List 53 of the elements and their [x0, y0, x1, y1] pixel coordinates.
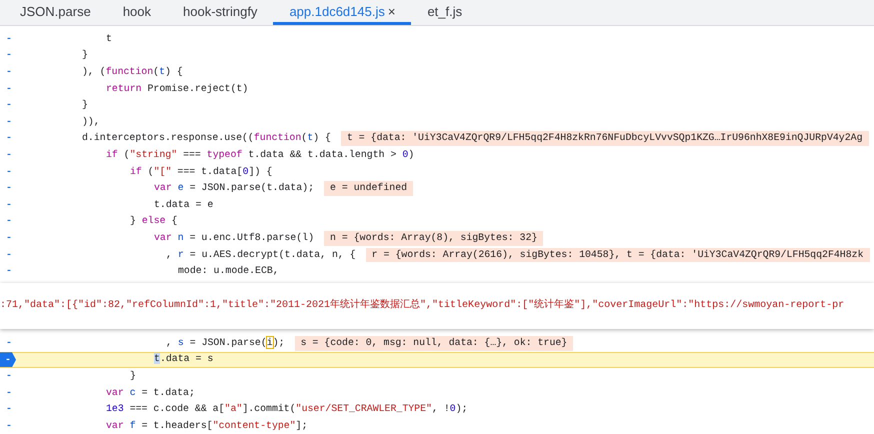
line-marker[interactable]: - [0, 82, 28, 96]
code-text: } [130, 368, 136, 383]
code-text: )), [82, 114, 100, 129]
code-text: } else { [130, 214, 178, 228]
line-marker[interactable]: - [0, 48, 28, 64]
line-marker[interactable]: - [0, 98, 28, 114]
code-text: } [82, 48, 88, 62]
file-tab[interactable]: et_f.js [411, 0, 478, 25]
code-text: if ("[" === t.data[0]) { [130, 164, 272, 179]
line-marker[interactable]: - [0, 148, 28, 163]
code-text: t [106, 32, 112, 46]
code-text: mode: u.mode.ECB, [178, 264, 279, 278]
preview-text: :71,"data":[{"id":82,"refColumnId":1,"title":"2011-2021年统计年鉴数据汇总","titleKeyword":["统计年鉴"],"coverImageUrl":"https://swmoyan-report-pr [0, 298, 844, 314]
line-marker[interactable]: - [0, 264, 28, 280]
line-marker[interactable]: - [0, 336, 28, 351]
line-marker[interactable]: - [0, 368, 28, 384]
file-tab[interactable]: hook [106, 0, 168, 25]
code-text: var n = u.enc.Utf8.parse(l) [154, 230, 314, 245]
inline-value: n = {words: Array(8), sigBytes: 32} [324, 230, 544, 246]
code-text: ), (function(t) { [82, 65, 183, 80]
code-text: d.interceptors.response.use((function(t) { [82, 131, 331, 146]
code-text: t.data = e [154, 198, 214, 212]
line-marker[interactable]: - [0, 114, 28, 130]
inline-value: r = {words: Array(2616), sigBytes: 10458}, t = {data: 'UiY3CaV4ZQrQR9/LFH5qq2F4H8zk [366, 248, 870, 262]
line-marker[interactable]: - [0, 386, 28, 400]
code-text: } [82, 98, 88, 112]
code-text: var c = t.data; [106, 386, 195, 400]
line-marker[interactable]: - [0, 248, 28, 262]
code-text: 1e3 === c.code && a["a"].commit("user/SET_CRAWLER_TYPE", !0); [106, 402, 468, 416]
code-text: if ("string" === typeof t.data && t.data.length > 0) [106, 148, 414, 162]
code-text: var f = t.headers["content-type"]; [106, 418, 308, 433]
line-marker[interactable]: - [0, 131, 28, 146]
code-text: , r = u.AES.decrypt(t.data, n, { [166, 248, 356, 262]
close-icon[interactable]: × [388, 2, 396, 22]
line-marker[interactable]: - [0, 181, 28, 196]
code-text: return Promise.reject(t) [106, 82, 248, 96]
code-text: , s = JSON.parse(i); [166, 336, 285, 350]
line-marker[interactable]: - [0, 402, 28, 417]
code-text: var e = JSON.parse(t.data); [154, 181, 314, 196]
inline-value: t = {data: 'UiY3CaV4ZQrQR9/LFH5qq2F4H8zkRn76NFuDbcyLVvvSQp1KZG…IrU96nhX8E9inQJURpV4y2Ag [340, 131, 868, 146]
line-marker[interactable]: - [0, 164, 28, 180]
inline-value: s = {code: 0, msg: null, data: {…}, ok: true} [294, 336, 574, 351]
code-text: t.data = s [154, 352, 214, 366]
inline-value: e = undefined [324, 181, 414, 196]
line-marker[interactable]: - [0, 418, 28, 434]
line-marker[interactable]: - [0, 198, 28, 213]
line-marker[interactable]: - [0, 65, 28, 80]
file-tab[interactable]: app.1dc6d145.js × [273, 0, 412, 25]
line-marker[interactable]: - [0, 230, 28, 246]
file-tab[interactable]: JSON.parse [4, 0, 107, 25]
file-tab[interactable]: hook-stringfy [167, 0, 274, 25]
line-marker[interactable]: - [0, 32, 28, 47]
line-marker[interactable]: - [0, 214, 28, 230]
